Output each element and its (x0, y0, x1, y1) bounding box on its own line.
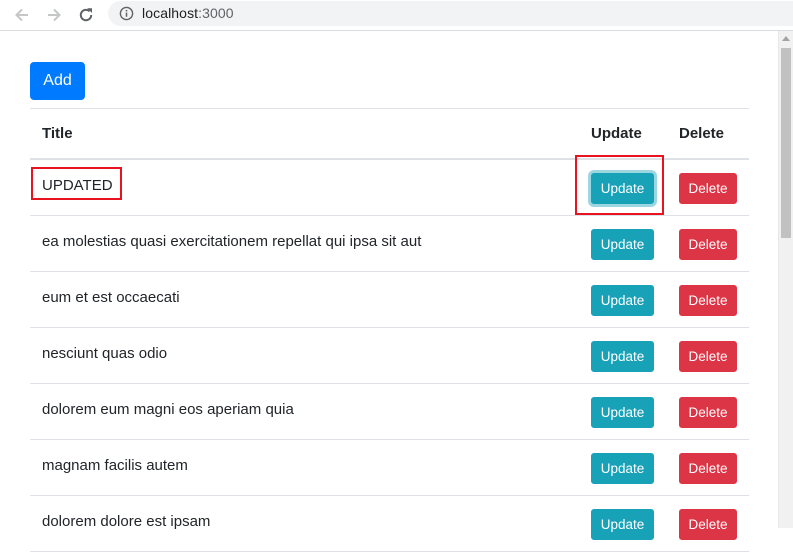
back-arrow-icon[interactable] (11, 4, 33, 26)
delete-button[interactable]: Delete (679, 173, 737, 204)
reload-icon[interactable] (75, 4, 97, 26)
header-title: Title (42, 125, 73, 142)
row-title: nesciunt quas odio (42, 345, 168, 362)
header-update: Update (591, 125, 642, 142)
update-button[interactable]: Update (591, 509, 654, 540)
row-title: dolorem dolore est ipsam (42, 513, 211, 530)
url-text: localhost:3000 (142, 5, 234, 22)
row-title: eum et est occaecati (42, 289, 180, 306)
add-button[interactable]: Add (30, 62, 85, 100)
delete-button[interactable]: Delete (679, 509, 737, 540)
delete-button[interactable]: Delete (679, 229, 737, 260)
table-row: magnam facilis autem Update Delete (30, 440, 749, 496)
delete-button[interactable]: Delete (679, 285, 737, 316)
info-icon[interactable] (119, 6, 134, 21)
table-header: Title Update Delete (30, 109, 749, 160)
page-scrollbar[interactable] (778, 31, 793, 528)
delete-button[interactable]: Delete (679, 397, 737, 428)
table-row: UPDATED Update Delete (30, 160, 749, 216)
scroll-up-arrow-icon[interactable] (782, 36, 790, 41)
update-button[interactable]: Update (591, 229, 654, 260)
scrollbar-thumb[interactable] (781, 48, 791, 238)
update-button[interactable]: Update (591, 285, 654, 316)
browser-toolbar: localhost:3000 (0, 0, 793, 31)
delete-button[interactable]: Delete (679, 453, 737, 484)
update-button[interactable]: Update (591, 453, 654, 484)
update-button[interactable]: Update (591, 173, 654, 204)
forward-arrow-icon[interactable] (43, 4, 65, 26)
row-title: magnam facilis autem (42, 457, 188, 474)
update-button[interactable]: Update (591, 397, 654, 428)
row-title: ea molestias quasi exercitationem repell… (42, 233, 422, 250)
row-title: UPDATED (42, 177, 113, 194)
url-port: :3000 (198, 5, 234, 21)
row-title: dolorem eum magni eos aperiam quia (42, 401, 294, 418)
table-row: eum et est occaecati Update Delete (30, 272, 749, 328)
delete-button[interactable]: Delete (679, 341, 737, 372)
update-button[interactable]: Update (591, 341, 654, 372)
posts-table: Title Update Delete UPDATED Update Delet… (30, 108, 749, 552)
table-row: nesciunt quas odio Update Delete (30, 328, 749, 384)
table-row: dolorem dolore est ipsam Update Delete (30, 496, 749, 552)
header-delete: Delete (679, 125, 725, 142)
table-row: dolorem eum magni eos aperiam quia Updat… (30, 384, 749, 440)
address-bar[interactable]: localhost:3000 (108, 1, 793, 26)
url-host: localhost (142, 5, 199, 21)
table-row: ea molestias quasi exercitationem repell… (30, 216, 749, 272)
